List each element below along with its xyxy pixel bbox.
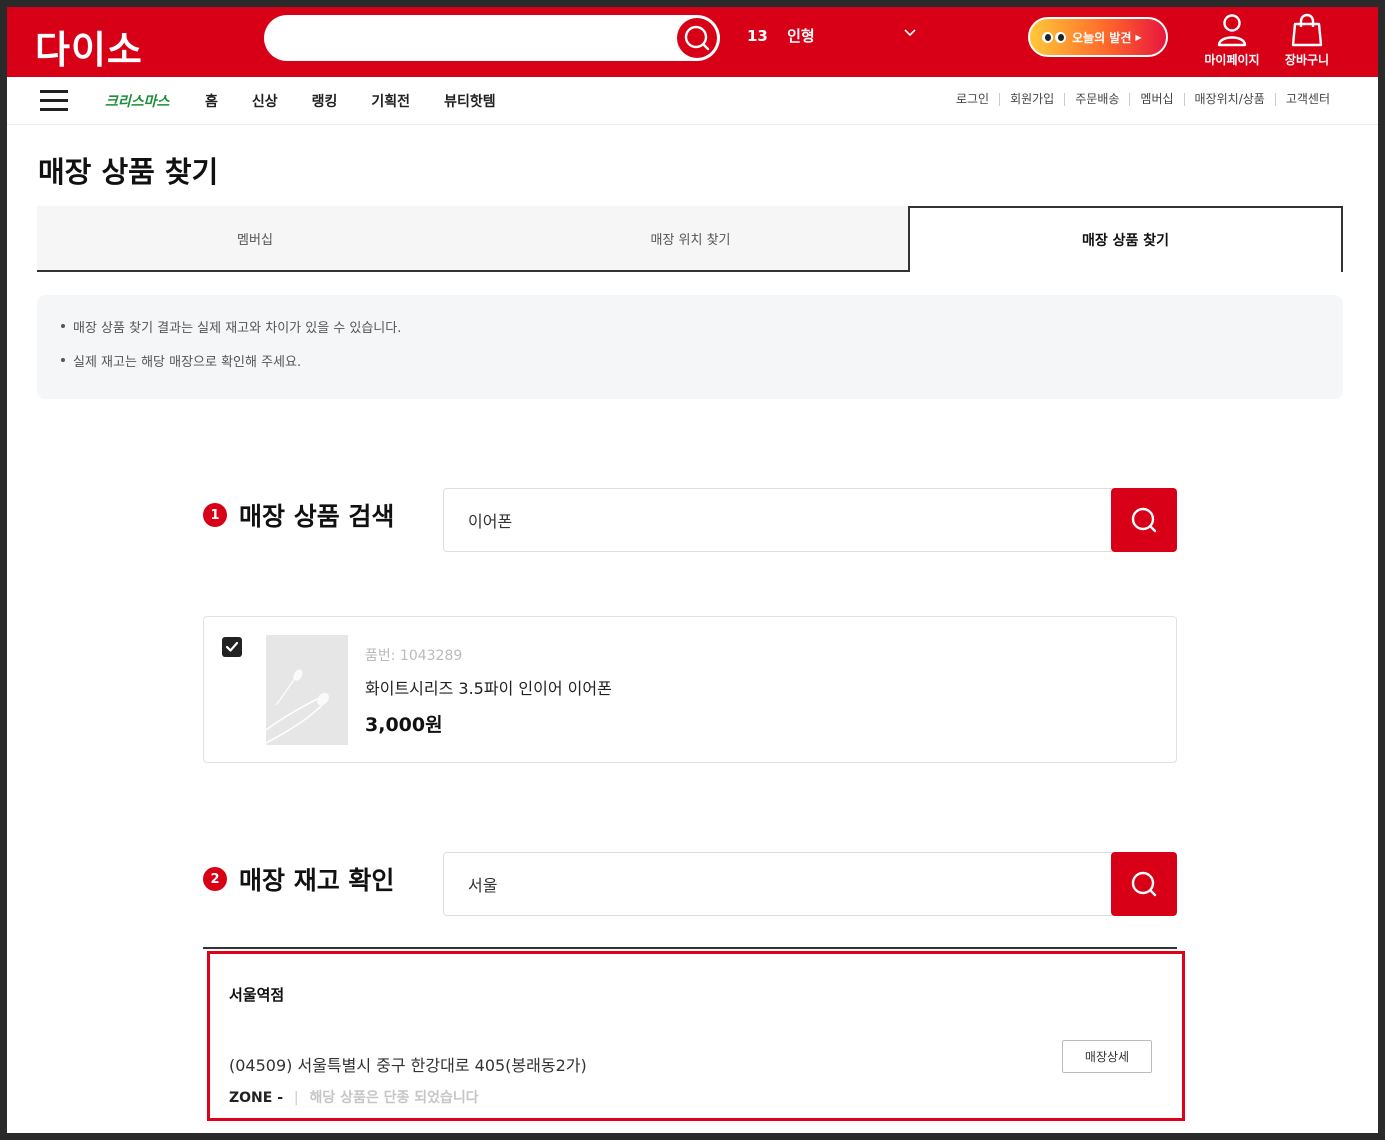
menu-icon[interactable] xyxy=(40,90,68,112)
notice-item: 실제 재고는 해당 매장으로 확인해 주세요. xyxy=(61,351,1319,370)
nav-item-beauty[interactable]: 뷰티핫템 xyxy=(444,91,496,111)
nav-item-home[interactable]: 홈 xyxy=(205,91,218,111)
product-search-field xyxy=(443,488,1177,552)
step2-label: 매장 재고 확인 xyxy=(239,866,395,895)
today-discovery-label: 오늘의 발견 xyxy=(1072,30,1132,45)
cart-button[interactable]: 장바구니 xyxy=(1272,13,1342,68)
today-discovery-button[interactable]: 오늘의 발견 ▶ xyxy=(1028,17,1168,57)
store-search-input[interactable] xyxy=(468,870,1088,898)
chevron-down-icon[interactable] xyxy=(904,29,916,37)
step2-heading: 2 매장 재고 확인 xyxy=(203,861,394,897)
nav-item-ranking[interactable]: 랭킹 xyxy=(312,91,338,111)
store-result-item: 서울역점 (04509) 서울특별시 중구 한강대로 405(봉래동2가) ZO… xyxy=(207,951,1185,1121)
tab-membership[interactable]: 멤버십 xyxy=(37,206,473,272)
product-price: 3,000원 xyxy=(365,714,443,736)
zone-separator: | xyxy=(293,1090,299,1106)
main-nav: 크리스마스 홈 신상 랭킹 기획전 뷰티핫템 로그인 회원가입 주문배송 멤버십… xyxy=(7,77,1378,125)
utility-links: 로그인 회원가입 주문배송 멤버십 매장위치/상품 고객센터 xyxy=(946,93,1340,106)
eyes-icon xyxy=(1042,31,1066,43)
notice-box: 매장 상품 찾기 결과는 실제 재고와 차이가 있을 수 있습니다. 실제 재고… xyxy=(37,295,1343,399)
product-name[interactable]: 화이트시리즈 3.5파이 인이어 이어폰 xyxy=(365,675,612,699)
trending-keyword[interactable]: 13 인형 xyxy=(747,25,815,46)
step2-badge: 2 xyxy=(203,867,227,891)
util-store-location[interactable]: 매장위치/상품 xyxy=(1183,93,1275,106)
search-icon xyxy=(684,25,710,51)
store-zone: ZONE - xyxy=(229,1090,284,1106)
store-search-button[interactable] xyxy=(1111,852,1177,916)
search-icon xyxy=(1131,507,1157,533)
step1-heading: 1 매장 상품 검색 xyxy=(203,497,394,533)
util-customer-center[interactable]: 고객센터 xyxy=(1274,93,1340,106)
nav-item-new[interactable]: 신상 xyxy=(252,91,278,111)
trending-rank: 13 xyxy=(747,27,768,45)
product-search-button[interactable] xyxy=(1111,488,1177,552)
stock-status-message: 해당 상품은 단종 되었습니다 xyxy=(309,1090,479,1106)
shopping-bag-icon xyxy=(1291,13,1323,47)
top-header: 다이소 13 인형 오늘의 발견 ▶ 마이페이지 장바구니 xyxy=(7,7,1378,77)
page-title: 매장 상품 찾기 xyxy=(38,155,219,189)
trending-text: 인형 xyxy=(787,27,815,45)
nav-links: 홈 신상 랭킹 기획전 뷰티핫템 xyxy=(205,91,496,111)
product-search-input[interactable] xyxy=(468,506,1088,534)
store-address: (04509) 서울특별시 중구 한강대로 405(봉래동2가) xyxy=(229,1056,587,1075)
daiso-logo[interactable]: 다이소 xyxy=(35,19,143,74)
play-triangle-icon: ▶ xyxy=(1135,32,1142,42)
page-tabs: 멤버십 매장 위치 찾기 매장 상품 찾기 xyxy=(37,206,1343,272)
tab-store-products[interactable]: 매장 상품 찾기 xyxy=(908,206,1343,272)
notice-item: 매장 상품 찾기 결과는 실제 재고와 차이가 있을 수 있습니다. xyxy=(61,317,1319,336)
mypage-button[interactable]: 마이페이지 xyxy=(1197,13,1267,68)
store-search-field xyxy=(443,852,1177,916)
util-membership[interactable]: 멤버십 xyxy=(1129,93,1183,106)
store-detail-button[interactable]: 매장상세 xyxy=(1062,1040,1152,1073)
browser-page: 다이소 13 인형 오늘의 발견 ▶ 마이페이지 장바구니 크리스마스 홈 신상… xyxy=(7,7,1378,1133)
tab-store-location[interactable]: 매장 위치 찾기 xyxy=(473,206,908,272)
product-checkbox[interactable] xyxy=(222,637,242,657)
global-search-button[interactable] xyxy=(677,18,717,58)
user-icon xyxy=(1217,14,1247,47)
util-orders[interactable]: 주문배송 xyxy=(1064,93,1129,106)
nav-item-promotions[interactable]: 기획전 xyxy=(371,91,410,111)
earphone-image xyxy=(266,635,348,745)
product-card: 품번: 1043289 화이트시리즈 3.5파이 인이어 이어폰 3,000원 xyxy=(203,616,1177,763)
util-signup[interactable]: 회원가입 xyxy=(999,93,1064,106)
search-icon xyxy=(1131,871,1157,897)
result-divider xyxy=(203,947,1177,949)
store-zone-info: ZONE - | 해당 상품은 단종 되었습니다 xyxy=(229,1087,479,1107)
global-search-box xyxy=(264,15,720,61)
check-icon xyxy=(225,641,239,652)
product-code: 품번: 1043289 xyxy=(365,648,463,664)
store-name: 서울역점 xyxy=(229,986,285,1004)
global-search-input[interactable] xyxy=(284,23,664,53)
step1-label: 매장 상품 검색 xyxy=(239,502,395,531)
util-login[interactable]: 로그인 xyxy=(946,93,999,106)
product-image[interactable] xyxy=(266,635,348,745)
mypage-label: 마이페이지 xyxy=(1204,53,1260,67)
step1-badge: 1 xyxy=(203,503,227,527)
cart-label: 장바구니 xyxy=(1284,53,1330,67)
nav-christmas-link[interactable]: 크리스마스 xyxy=(105,91,169,111)
